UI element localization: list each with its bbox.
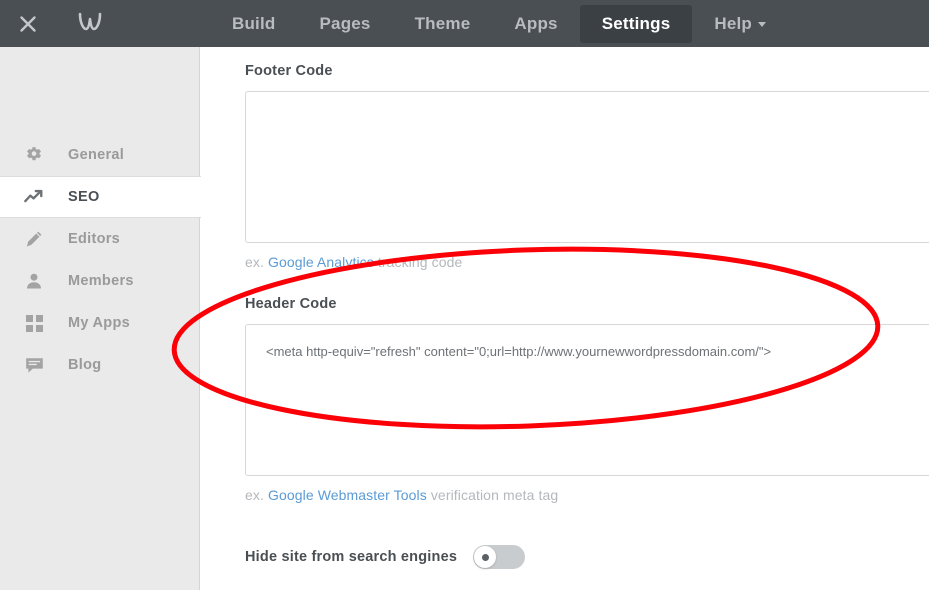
main-nav-tabs: Build Pages Theme Apps Settings Help [210, 0, 788, 47]
close-icon [19, 15, 37, 33]
hide-site-label: Hide site from search engines [245, 549, 457, 565]
sidebar-item-seo[interactable]: SEO [0, 176, 201, 218]
weebly-settings-screen: Build Pages Theme Apps Settings Help [0, 0, 929, 590]
header-code-label: Header Code [245, 296, 929, 312]
sidebar-item-seo-label: SEO [68, 190, 100, 205]
weebly-logo-button[interactable] [62, 0, 118, 47]
tab-build[interactable]: Build [210, 5, 298, 43]
sidebar-item-editors-label: Editors [68, 232, 120, 247]
pencil-icon [22, 227, 46, 251]
tab-theme-label: Theme [415, 14, 471, 34]
google-analytics-link[interactable]: Google Analytics [268, 254, 374, 270]
sidebar-item-members[interactable]: Members [0, 260, 199, 302]
footer-code-hint-prefix: ex. [245, 254, 268, 270]
sidebar-item-editors[interactable]: Editors [0, 218, 199, 260]
person-icon [22, 269, 46, 293]
footer-code-label: Footer Code [245, 63, 929, 79]
sidebar-item-blog-label: Blog [68, 358, 101, 373]
comment-icon [22, 353, 46, 377]
header-code-hint-prefix: ex. [245, 487, 268, 503]
trending-up-icon [22, 185, 46, 209]
sidebar-item-members-label: Members [68, 274, 134, 289]
settings-sidebar: General SEO Editors [0, 47, 200, 590]
gear-icon [22, 143, 46, 167]
sidebar-item-general[interactable]: General [0, 134, 199, 176]
top-navigation-bar: Build Pages Theme Apps Settings Help [0, 0, 929, 47]
header-code-hint-suffix: verification meta tag [427, 487, 558, 503]
tab-theme[interactable]: Theme [393, 5, 493, 43]
tab-build-label: Build [232, 14, 276, 34]
seo-settings-panel: Footer Code ex. Google Analytics trackin… [201, 47, 929, 590]
hide-site-row: Hide site from search engines [245, 545, 929, 569]
grid-icon [22, 311, 46, 335]
header-code-textarea[interactable]: <meta http-equiv="refresh" content="0;ur… [245, 324, 929, 476]
tab-help[interactable]: Help [692, 5, 788, 43]
hide-site-toggle[interactable] [473, 545, 525, 569]
sidebar-item-my-apps-label: My Apps [68, 316, 130, 331]
tab-help-label: Help [714, 14, 752, 34]
footer-code-hint-suffix: tracking code [374, 254, 463, 270]
weebly-logo-icon [77, 10, 103, 37]
sidebar-item-blog[interactable]: Blog [0, 344, 199, 386]
toggle-knob [474, 546, 496, 568]
google-webmaster-tools-link[interactable]: Google Webmaster Tools [268, 487, 427, 503]
sidebar-item-my-apps[interactable]: My Apps [0, 302, 199, 344]
chevron-down-icon [758, 22, 766, 27]
footer-code-textarea[interactable] [245, 91, 929, 243]
sidebar-item-general-label: General [68, 148, 124, 163]
tab-settings-label: Settings [602, 14, 671, 34]
header-code-block: Header Code <meta http-equiv="refresh" c… [245, 296, 929, 503]
footer-code-block: Footer Code ex. Google Analytics trackin… [245, 63, 929, 270]
header-code-hint: ex. Google Webmaster Tools verification … [245, 487, 929, 503]
tab-pages-label: Pages [320, 14, 371, 34]
tab-apps[interactable]: Apps [492, 5, 579, 43]
close-button[interactable] [0, 0, 56, 47]
footer-code-hint: ex. Google Analytics tracking code [245, 254, 929, 270]
tab-pages[interactable]: Pages [298, 5, 393, 43]
tab-settings[interactable]: Settings [580, 5, 693, 43]
tab-apps-label: Apps [514, 14, 557, 34]
